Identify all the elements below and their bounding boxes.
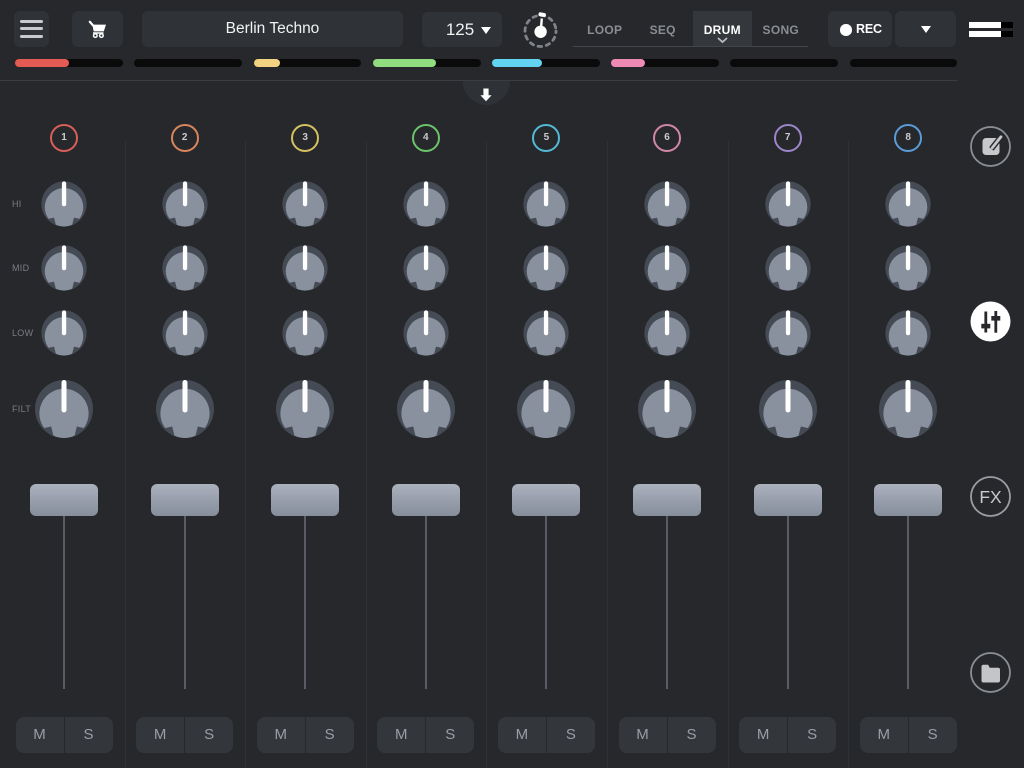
- svg-text:FX: FX: [979, 487, 1002, 507]
